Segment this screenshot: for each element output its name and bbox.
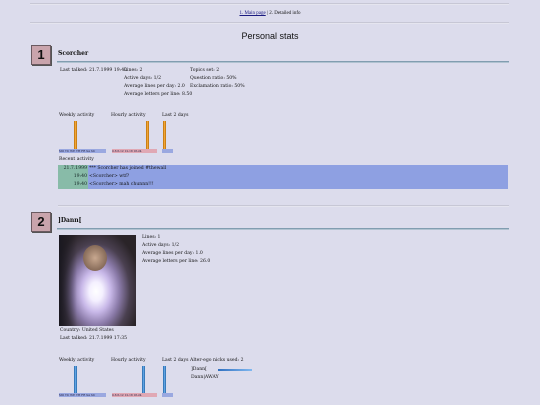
activity-message: <Scorcher> mah chunnn!!! [88, 181, 508, 189]
alter-ego-label: Alter-ego nicks used: 2 [190, 358, 244, 363]
activity-row: 19:40 <Scorcher> mah chunnn!!! [58, 181, 508, 189]
hourly-bar [146, 121, 149, 149]
page-title: Personal stats [241, 31, 299, 41]
avg-letters-stat: Average letters per line: 26.0 [142, 259, 211, 264]
recent-activity-label: Recent activity [59, 157, 94, 162]
lines-stat: Lines: 1 [142, 235, 161, 240]
weekly-bar [74, 121, 77, 149]
hourly-activity-label: Hourly activity [111, 113, 146, 118]
user-divider [57, 228, 509, 230]
section-divider [58, 205, 509, 207]
active-days-stat: Active days: 1/2 [142, 243, 180, 248]
weekday-axis: MO TU WE TH FR SA SU [59, 393, 106, 397]
rank-badge: 2 [31, 212, 51, 232]
hourly-activity-label: Hourly activity [111, 358, 146, 363]
activity-time: 21.7.1999 19:39 [58, 165, 88, 179]
avg-lines-stat: Average lines per day: 1.0 [142, 251, 203, 256]
avg-lines-stat: Average lines per day: 2.0 [124, 84, 185, 89]
weekly-activity-label: Weekly activity [59, 113, 95, 118]
weekly-activity-label: Weekly activity [59, 358, 95, 363]
exclamation-ratio-stat: Exclamation ratio: 50% [190, 84, 245, 89]
avg-letters-stat: Average letters per line: 8.50 [124, 92, 193, 97]
top-divider [30, 3, 509, 5]
user-divider [57, 61, 509, 63]
last-days-bar [163, 121, 166, 149]
activity-message: <Scorcher> wtf? [88, 173, 508, 181]
activity-row: 19:40 <Scorcher> wtf? [58, 173, 508, 181]
weekly-bar [74, 366, 77, 393]
photo-head [83, 245, 107, 271]
last-days-axis [162, 393, 173, 397]
breadcrumb: 1. Main page | 2. Detailed info [0, 11, 540, 16]
country: Country: United States [60, 328, 114, 333]
user-name: Scorcher [58, 50, 89, 57]
active-days-stat: Active days: 1/2 [124, 76, 162, 81]
last-talked: Last talked: 21.7.1999 17:35 [60, 336, 128, 341]
user-name: ]Dann[ [58, 217, 82, 224]
current-page: 2. Detailed info [269, 11, 301, 16]
weekday-axis: MO TU WE TH FR SA SU [59, 149, 106, 153]
last-days-label: Last 2 days [162, 358, 189, 363]
activity-time: 19:40 [58, 173, 88, 181]
question-ratio-stat: Question ratio: 50% [190, 76, 237, 81]
hour-axis: 0-6 6-12 12-18 18-24 [112, 149, 157, 153]
nav-divider [30, 22, 509, 24]
main-page-link[interactable]: 1. Main page [239, 11, 265, 16]
last-days-axis [162, 149, 173, 153]
alter-ego-share-bar [218, 369, 252, 371]
recent-activity-list: 21.7.1999 19:39*** Scorcher has joined #… [58, 165, 508, 189]
last-talked: Last talked: 21.7.1999 19:40 [60, 68, 128, 73]
rank-badge: 1 [31, 45, 51, 65]
hour-axis: 0-6 6-12 12-18 18-24 [112, 393, 157, 397]
photo-shadow [59, 235, 77, 326]
lines-stat: Lines: 2 [124, 68, 143, 73]
last-days-bar [163, 366, 166, 393]
activity-message: *** Scorcher has joined #thewall [88, 165, 508, 173]
user-photo [59, 235, 136, 326]
alter-ego-nick: ]Dann[ [191, 367, 207, 372]
activity-time: 19:40 [58, 181, 88, 189]
hourly-bar [142, 366, 145, 393]
alter-ego-nick: Dann|AWAY [191, 375, 219, 380]
activity-row: 21.7.1999 19:39*** Scorcher has joined #… [58, 165, 508, 179]
topics-set-stat: Topics set: 2 [190, 68, 220, 73]
last-days-label: Last 2 days [162, 113, 189, 118]
